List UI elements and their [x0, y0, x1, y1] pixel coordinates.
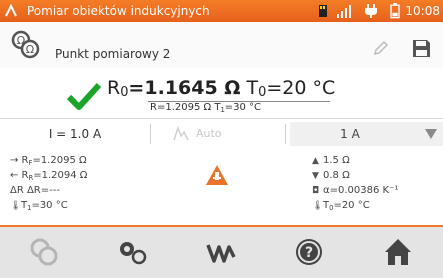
auto-toggle[interactable]: Auto: [168, 125, 248, 143]
point-name-field[interactable]: Punkt pomiarowy 2: [55, 44, 365, 64]
power-plug-icon: [365, 4, 377, 18]
dropdown-arrow-icon: [425, 129, 437, 139]
induction-warning-icon: [206, 165, 228, 185]
test-current-value: I = 1.0 A: [48, 127, 102, 141]
waveform-icon: [206, 244, 236, 263]
temperature-icon: 🌡: [10, 201, 22, 211]
help-icon: ?: [296, 239, 322, 265]
clock: 10:08: [405, 4, 440, 18]
home-button[interactable]: [354, 227, 442, 276]
measurement-mode-icon: [30, 238, 58, 266]
divider: [150, 124, 151, 144]
current-settings-bar: I = 1.0 A Auto 1 A: [0, 118, 443, 150]
current-range-value: 1 A: [340, 127, 360, 141]
measurement-mode-button[interactable]: [0, 227, 88, 276]
window-title: Pomiar obiektów indukcyjnych: [27, 4, 210, 18]
lower-limit-icon: ▼: [312, 171, 319, 181]
lower-limit: ▼ 0.8 Ω: [312, 168, 443, 183]
resistance-difference: ΔR ΔR=---: [10, 185, 60, 196]
home-icon: [385, 239, 411, 265]
inductive-measurement-icon[interactable]: Ω Ω: [10, 29, 40, 59]
forward-resistance: → RF=1.2095 Ω: [10, 155, 87, 167]
bottom-navigation: ?: [0, 225, 443, 278]
reference-temperature: 🌡T0=20 °C: [312, 200, 370, 212]
details-left-column: → RF=1.2095 Ω ← RR=1.2094 Ω ΔR ΔR=--- 🌡T…: [10, 153, 200, 213]
measurement-result: R0=1.1645 Ω T0=20 °C R=1.2095 Ω T1=30 °C: [0, 68, 443, 118]
waveform-button[interactable]: [177, 227, 265, 276]
current-range-select[interactable]: 1 A: [290, 122, 443, 146]
auto-icon: [173, 126, 189, 141]
sd-card-icon: [319, 5, 327, 17]
settings-button[interactable]: [88, 227, 176, 276]
reference-temperature-icon: 🌡: [312, 201, 324, 211]
status-bar: Pomiar obiektów indukcyjnych 10:08: [0, 0, 443, 22]
measured-temperature: 🌡T1=30 °C: [10, 200, 68, 212]
details-right-column: ▲ 1.5 Ω ▼ 0.8 Ω ◘ α=0.00386 K⁻¹ 🌡T0=20 °C: [312, 153, 443, 213]
app-logo-icon: [5, 3, 17, 17]
measured-resistance-value: R=1.2095 Ω T1=30 °C: [150, 102, 262, 114]
temperature-coefficient: ◘ α=0.00386 K⁻¹: [312, 183, 443, 198]
edit-pencil-icon[interactable]: [372, 39, 390, 57]
svg-text:?: ?: [305, 245, 313, 261]
checkmark-icon: [67, 82, 101, 110]
battery-icon: [390, 3, 400, 19]
upper-limit: ▲ 1.5 Ω: [312, 153, 443, 168]
save-disk-icon[interactable]: [411, 38, 432, 59]
settings-gears-icon: [120, 242, 147, 265]
help-button[interactable]: ?: [265, 227, 353, 276]
meter-screen: Pomiar obiektów indukcyjnych 10:08 Ω Ω P…: [0, 0, 443, 278]
material-icon: ◘: [312, 186, 320, 196]
reverse-resistance: ← RR=1.2094 Ω: [10, 170, 88, 182]
signal-icon: [337, 5, 351, 18]
main-resistance-value: R0=1.1645 Ω T0=20 °C: [107, 77, 336, 100]
measurement-point-bar: Ω Ω Punkt pomiarowy 2: [0, 22, 443, 69]
measurement-details: → RF=1.2095 Ω ← RR=1.2094 Ω ΔR ΔR=--- 🌡T…: [0, 149, 443, 225]
svg-text:Ω: Ω: [26, 43, 34, 56]
upper-limit-icon: ▲: [312, 156, 319, 166]
divider: [285, 124, 286, 144]
